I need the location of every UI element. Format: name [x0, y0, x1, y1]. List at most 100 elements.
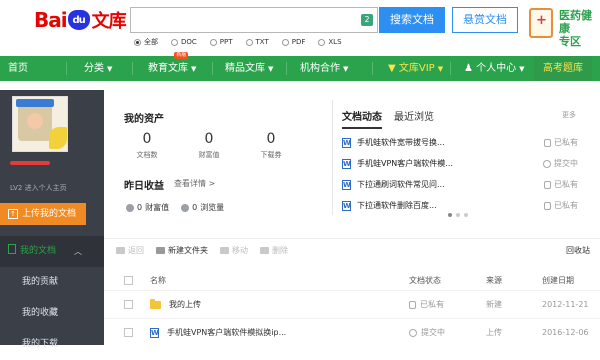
earnings-detail-link[interactable]: 查看详情 > [174, 178, 215, 189]
sidebar-menu: 我的文档 ︿ 我的贡献 我的收藏 我的下载 [0, 236, 104, 360]
filter-label: TXT [255, 38, 269, 46]
file-table: 名称 文档状态 来源 创建日期 我的上传 已私有 新建 2012-11-21 W… [104, 270, 600, 346]
lock-icon [544, 201, 551, 210]
nav-home[interactable]: 首页 [8, 56, 28, 81]
earnings-title: 昨日收益 [124, 181, 164, 192]
tab-recent-browse[interactable]: 最近浏览 [394, 108, 434, 129]
move-button[interactable]: 移动 [220, 245, 248, 256]
table-row[interactable]: W 手机蛙VPN客户端软件模拟换ip... 提交中 上传 2016-12-06 [104, 318, 600, 346]
avatar-face [27, 113, 43, 129]
medical-health-promo[interactable]: 医药健康 专区 [526, 4, 600, 48]
username-redacted [10, 161, 50, 165]
row-name: 我的上传 [150, 298, 201, 310]
search-input[interactable]: 2 [130, 7, 378, 33]
word-doc-icon: W [342, 158, 351, 169]
list-item[interactable]: W 手机蛙软件宽带拔号换... 已私有 [342, 132, 578, 153]
feed-title: 手机蛙软件宽带拔号换... [357, 138, 445, 147]
nav-premium[interactable]: 精品文库 ▼ [225, 56, 273, 81]
feed-status: 已私有 [544, 179, 578, 190]
upload-doc-button[interactable]: ↑ 上传我的文档 [0, 203, 86, 225]
nav-gaokao[interactable]: 高考题库 [534, 56, 592, 81]
filter-pdf[interactable]: PDF [281, 37, 305, 47]
recycle-bin-link[interactable]: 回收站 [566, 245, 590, 256]
sidebar-item-favorites[interactable]: 我的收藏 [0, 298, 104, 329]
delete-button[interactable]: 删除 [260, 245, 288, 256]
asset-download-coupon[interactable]: 0 下载券 [240, 130, 302, 160]
carousel-dot[interactable] [464, 213, 468, 217]
caret-down-icon: ▼ [519, 65, 525, 73]
new-folder-button[interactable]: 新建文件夹 [156, 245, 208, 256]
filter-xls[interactable]: XLS [318, 37, 342, 47]
logo-bai: Bai [34, 8, 68, 32]
lock-icon [409, 300, 416, 309]
radio-icon [245, 38, 253, 46]
top-header: Bai du 文库 2 搜索文档 悬赏文档 医药健康 专区 全部 DOC PPT… [0, 0, 600, 54]
sidebar-item-my-docs[interactable]: 我的文档 ︿ [0, 236, 104, 267]
row-name: W 手机蛙VPN客户端软件模拟换ip... [150, 327, 286, 338]
upload-label: 上传我的文档 [22, 209, 77, 219]
feed-status-label: 已私有 [554, 138, 578, 147]
tab-doc-activity[interactable]: 文档动态 [342, 108, 382, 129]
nav-label: 个人中心 [476, 63, 517, 74]
filter-doc[interactable]: DOC [171, 37, 197, 47]
row-checkbox[interactable] [124, 300, 133, 309]
nav-institution[interactable]: 机构合作 ▼ [300, 56, 348, 81]
list-item[interactable]: W 下拉通刷词软件常见问... 已私有 [342, 174, 578, 195]
more-link[interactable]: 更多 [562, 110, 576, 120]
radio-icon [281, 38, 289, 46]
word-doc-icon: W [150, 327, 159, 338]
trash-icon [260, 247, 269, 254]
feed-status: 提交中 [543, 158, 578, 169]
row-checkbox[interactable] [124, 328, 133, 337]
user-level-link[interactable]: LV2 进入个人主页 [10, 183, 67, 193]
left-sidebar: LV2 进入个人主页 ↑ 上传我的文档 我的文档 ︿ 我的贡献 我的收藏 我的下载 [0, 90, 104, 349]
lock-icon [544, 138, 551, 147]
feed-status: 已私有 [544, 137, 578, 148]
filter-label: PPT [219, 38, 233, 46]
word-doc-icon: W [342, 179, 351, 190]
row-date: 2012-11-21 [542, 300, 589, 309]
filter-label: XLS [328, 38, 342, 46]
select-all-checkbox[interactable] [124, 275, 133, 285]
row-status: 已私有 [409, 299, 444, 310]
avatar[interactable] [12, 96, 68, 152]
nav-label: 分类 [84, 63, 104, 74]
caret-down-icon: ▼ [343, 65, 349, 73]
header-status: 文档状态 [409, 275, 441, 285]
asset-label: 财富值 [198, 151, 220, 159]
sidebar-item-contributions[interactable]: 我的贡献 [0, 267, 104, 298]
radio-icon [318, 38, 326, 46]
filter-ppt[interactable]: PPT [209, 37, 233, 47]
document-icon [8, 244, 16, 254]
nav-education[interactable]: 教育文库 ▼ 新版 [148, 52, 196, 81]
logo-paw-icon: du [67, 10, 90, 30]
nav-personal-center[interactable]: ♟ 个人中心 ▼ [464, 56, 525, 81]
list-item[interactable]: W 手机蛙VPN客户端软件模... 提交中 [342, 153, 578, 174]
feed-status-label: 提交中 [554, 159, 578, 168]
table-row[interactable]: 我的上传 已私有 新建 2012-11-21 [104, 290, 600, 318]
search-button[interactable]: 搜索文档 [379, 7, 445, 33]
baidu-wenku-logo[interactable]: Bai du 文库 [34, 7, 127, 33]
section-divider [332, 100, 333, 215]
main-nav: 首页 分类 ▼ 教育文库 ▼ 新版 精品文库 ▼ 机构合作 ▼ ▼ 文库VIP ▼ ♟ 个人… [0, 52, 600, 81]
back-button[interactable]: 返回 [116, 245, 144, 256]
asset-doc-count[interactable]: 0 文档数 [116, 130, 178, 160]
nav-category[interactable]: 分类 ▼ [84, 56, 112, 81]
asset-wealth[interactable]: 0 财富值 [178, 130, 240, 160]
header-source: 来源 [486, 275, 502, 285]
main-content: 我的资产 0 文档数 0 财富值 0 下载券 昨日收益 查看详情 > 0 财富值 0 浏览… [104, 90, 600, 345]
row-name-label: 我的上传 [169, 300, 201, 309]
reward-doc-button[interactable]: 悬赏文档 [452, 7, 518, 33]
toolbar-label: 删除 [272, 246, 288, 255]
carousel-dot[interactable] [456, 213, 460, 217]
carousel-dot[interactable] [448, 213, 452, 217]
medical-kit-icon [529, 8, 553, 38]
earnings-items: 0 财富值 0 浏览量 [126, 202, 224, 213]
asset-label: 下载券 [260, 151, 282, 159]
nav-label: 机构合作 [300, 63, 340, 74]
back-arrow-icon [116, 247, 125, 254]
promo-line2: 专区 [559, 35, 581, 48]
nav-vip[interactable]: ▼ 文库VIP ▼ [388, 56, 443, 81]
filter-txt[interactable]: TXT [245, 37, 269, 47]
filter-all[interactable]: 全部 [134, 37, 158, 47]
